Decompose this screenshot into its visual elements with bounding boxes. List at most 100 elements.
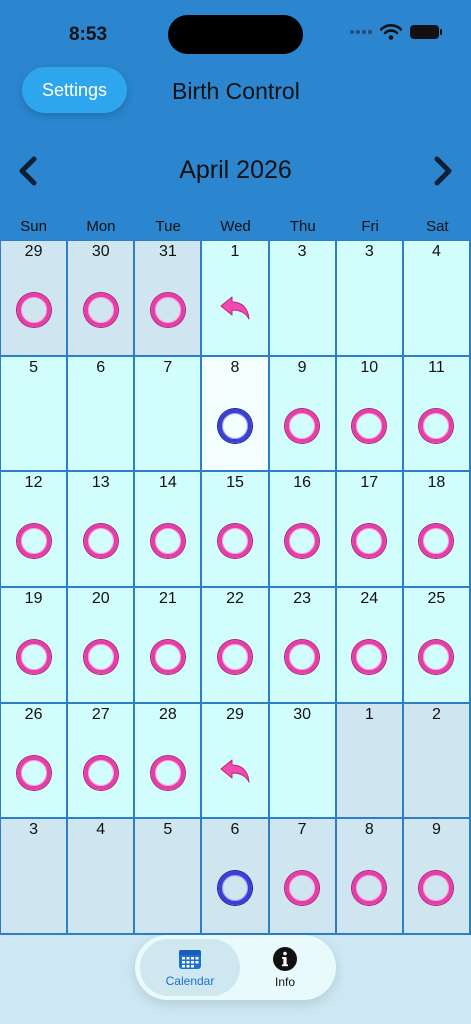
calendar-day-cell[interactable]: 5: [135, 819, 203, 935]
pill-ring-icon: [285, 524, 320, 559]
current-ring-icon: [217, 408, 252, 443]
calendar-day-cell[interactable]: 6: [68, 356, 136, 473]
dynamic-island: [168, 15, 303, 54]
calendar-day-cell[interactable]: 8: [202, 356, 270, 473]
calendar-day-cell[interactable]: 3: [1, 819, 69, 935]
weekday-label: Fri: [361, 218, 379, 235]
day-number: 12: [24, 474, 43, 492]
weekday-label: Thu: [289, 218, 316, 235]
pill-ring-icon: [16, 293, 51, 327]
calendar-day-cell[interactable]: 12: [1, 472, 69, 588]
tab-bar: Calendar Info: [135, 935, 336, 1000]
tab-info-label: Info: [274, 974, 295, 989]
calendar-day-cell[interactable]: 27: [68, 703, 136, 820]
day-number: 27: [91, 705, 110, 723]
pill-ring-icon: [150, 293, 185, 327]
day-number: 18: [427, 474, 446, 492]
day-number: 29: [24, 243, 43, 260]
day-number: 3: [29, 821, 39, 839]
pill-ring-icon: [83, 755, 118, 790]
day-number: 4: [431, 243, 441, 260]
day-number: 21: [158, 589, 177, 607]
calendar-day-cell[interactable]: 30: [269, 703, 337, 820]
calendar-day-cell[interactable]: 22: [202, 587, 270, 704]
pill-ring-icon: [419, 524, 454, 559]
calendar-day-cell[interactable]: 10: [336, 356, 404, 473]
calendar-day-cell[interactable]: 7: [269, 819, 337, 935]
calendar-day-cell[interactable]: 4: [403, 241, 471, 357]
calendar-day-cell[interactable]: 5: [1, 356, 69, 473]
calendar-day-cell[interactable]: 8: [336, 819, 404, 935]
calendar-day-cell[interactable]: 15: [202, 472, 270, 588]
day-number: 30: [293, 705, 312, 723]
day-number: 20: [91, 589, 110, 607]
calendar-icon: [179, 949, 201, 969]
calendar-day-cell[interactable]: 28: [135, 703, 203, 820]
day-number: 26: [24, 705, 43, 723]
day-number: 3: [364, 243, 374, 260]
header: 8:53 Settings Birth Control April 2026 S…: [0, 0, 471, 241]
calendar-day-cell[interactable]: 16: [269, 472, 337, 588]
pill-ring-icon: [419, 871, 454, 906]
pill-ring-icon: [150, 639, 185, 674]
calendar-day-cell[interactable]: 24: [336, 587, 404, 704]
calendar-day-cell[interactable]: 13: [68, 472, 136, 588]
calendar-day-cell[interactable]: 26: [1, 703, 69, 820]
day-number: 5: [163, 821, 173, 839]
pill-ring-icon: [83, 639, 118, 674]
calendar-grid: 29 30 31 1 3 3 4 5 6 7 8 9 10 11 12 13 14 15 16 17 18 19 20 21 2…: [0, 240, 471, 935]
cellular-signal-icon: [350, 30, 372, 34]
pill-ring-icon: [352, 408, 387, 443]
pill-ring-icon: [16, 755, 51, 790]
calendar-day-cell[interactable]: 4: [68, 819, 136, 935]
day-number: 22: [226, 589, 244, 607]
calendar-day-cell[interactable]: 25: [403, 587, 471, 704]
day-number: 6: [230, 821, 240, 839]
day-number: 11: [428, 358, 445, 376]
calendar-day-cell[interactable]: 23: [269, 587, 337, 704]
pill-ring-icon: [217, 524, 252, 559]
calendar-day-cell[interactable]: 18: [403, 472, 471, 588]
tab-calendar[interactable]: Calendar: [140, 939, 240, 996]
calendar-day-cell[interactable]: 3: [269, 241, 337, 357]
calendar-day-cell[interactable]: 9: [269, 356, 337, 473]
calendar-day-cell[interactable]: 30: [68, 241, 136, 357]
day-number: 25: [427, 589, 446, 607]
current-ring-icon: [217, 871, 252, 906]
calendar-day-cell[interactable]: 11: [403, 356, 471, 473]
day-number: 9: [431, 821, 441, 839]
calendar-day-cell[interactable]: 19: [1, 587, 69, 704]
calendar-day-cell[interactable]: 7: [135, 356, 203, 473]
day-number: 31: [158, 243, 177, 260]
calendar-day-cell[interactable]: 1: [202, 241, 270, 357]
day-number: 24: [360, 589, 379, 607]
calendar-day-cell[interactable]: 9: [403, 819, 471, 935]
calendar-day-cell[interactable]: 21: [135, 587, 203, 704]
battery-icon: [410, 25, 442, 39]
day-number: 1: [364, 705, 374, 723]
calendar-day-cell[interactable]: 2: [403, 703, 471, 820]
day-number: 13: [91, 474, 110, 492]
ring-change-arrow-icon: [220, 759, 250, 783]
day-number: 16: [293, 474, 312, 492]
pill-ring-icon: [352, 639, 387, 674]
calendar-day-cell[interactable]: 17: [336, 472, 404, 588]
day-number: 5: [29, 358, 39, 376]
calendar-day-cell[interactable]: 29: [1, 241, 69, 357]
calendar-day-cell[interactable]: 1: [336, 703, 404, 820]
calendar-day-cell[interactable]: 31: [135, 241, 203, 357]
weekday-label: Wed: [220, 218, 251, 235]
pill-ring-icon: [419, 639, 454, 674]
calendar-day-cell[interactable]: 20: [68, 587, 136, 704]
status-icons: [350, 24, 442, 40]
calendar-day-cell[interactable]: 14: [135, 472, 203, 588]
calendar-day-cell[interactable]: 3: [336, 241, 404, 357]
calendar-day-cell[interactable]: 6: [202, 819, 270, 935]
calendar-day-cell[interactable]: 29: [202, 703, 270, 820]
day-number: 3: [297, 243, 307, 260]
tab-info[interactable]: Info: [239, 939, 331, 996]
pill-ring-icon: [285, 408, 320, 443]
day-number: 19: [24, 589, 43, 607]
next-month-button[interactable]: [432, 156, 454, 186]
settings-button[interactable]: Settings: [22, 67, 127, 113]
